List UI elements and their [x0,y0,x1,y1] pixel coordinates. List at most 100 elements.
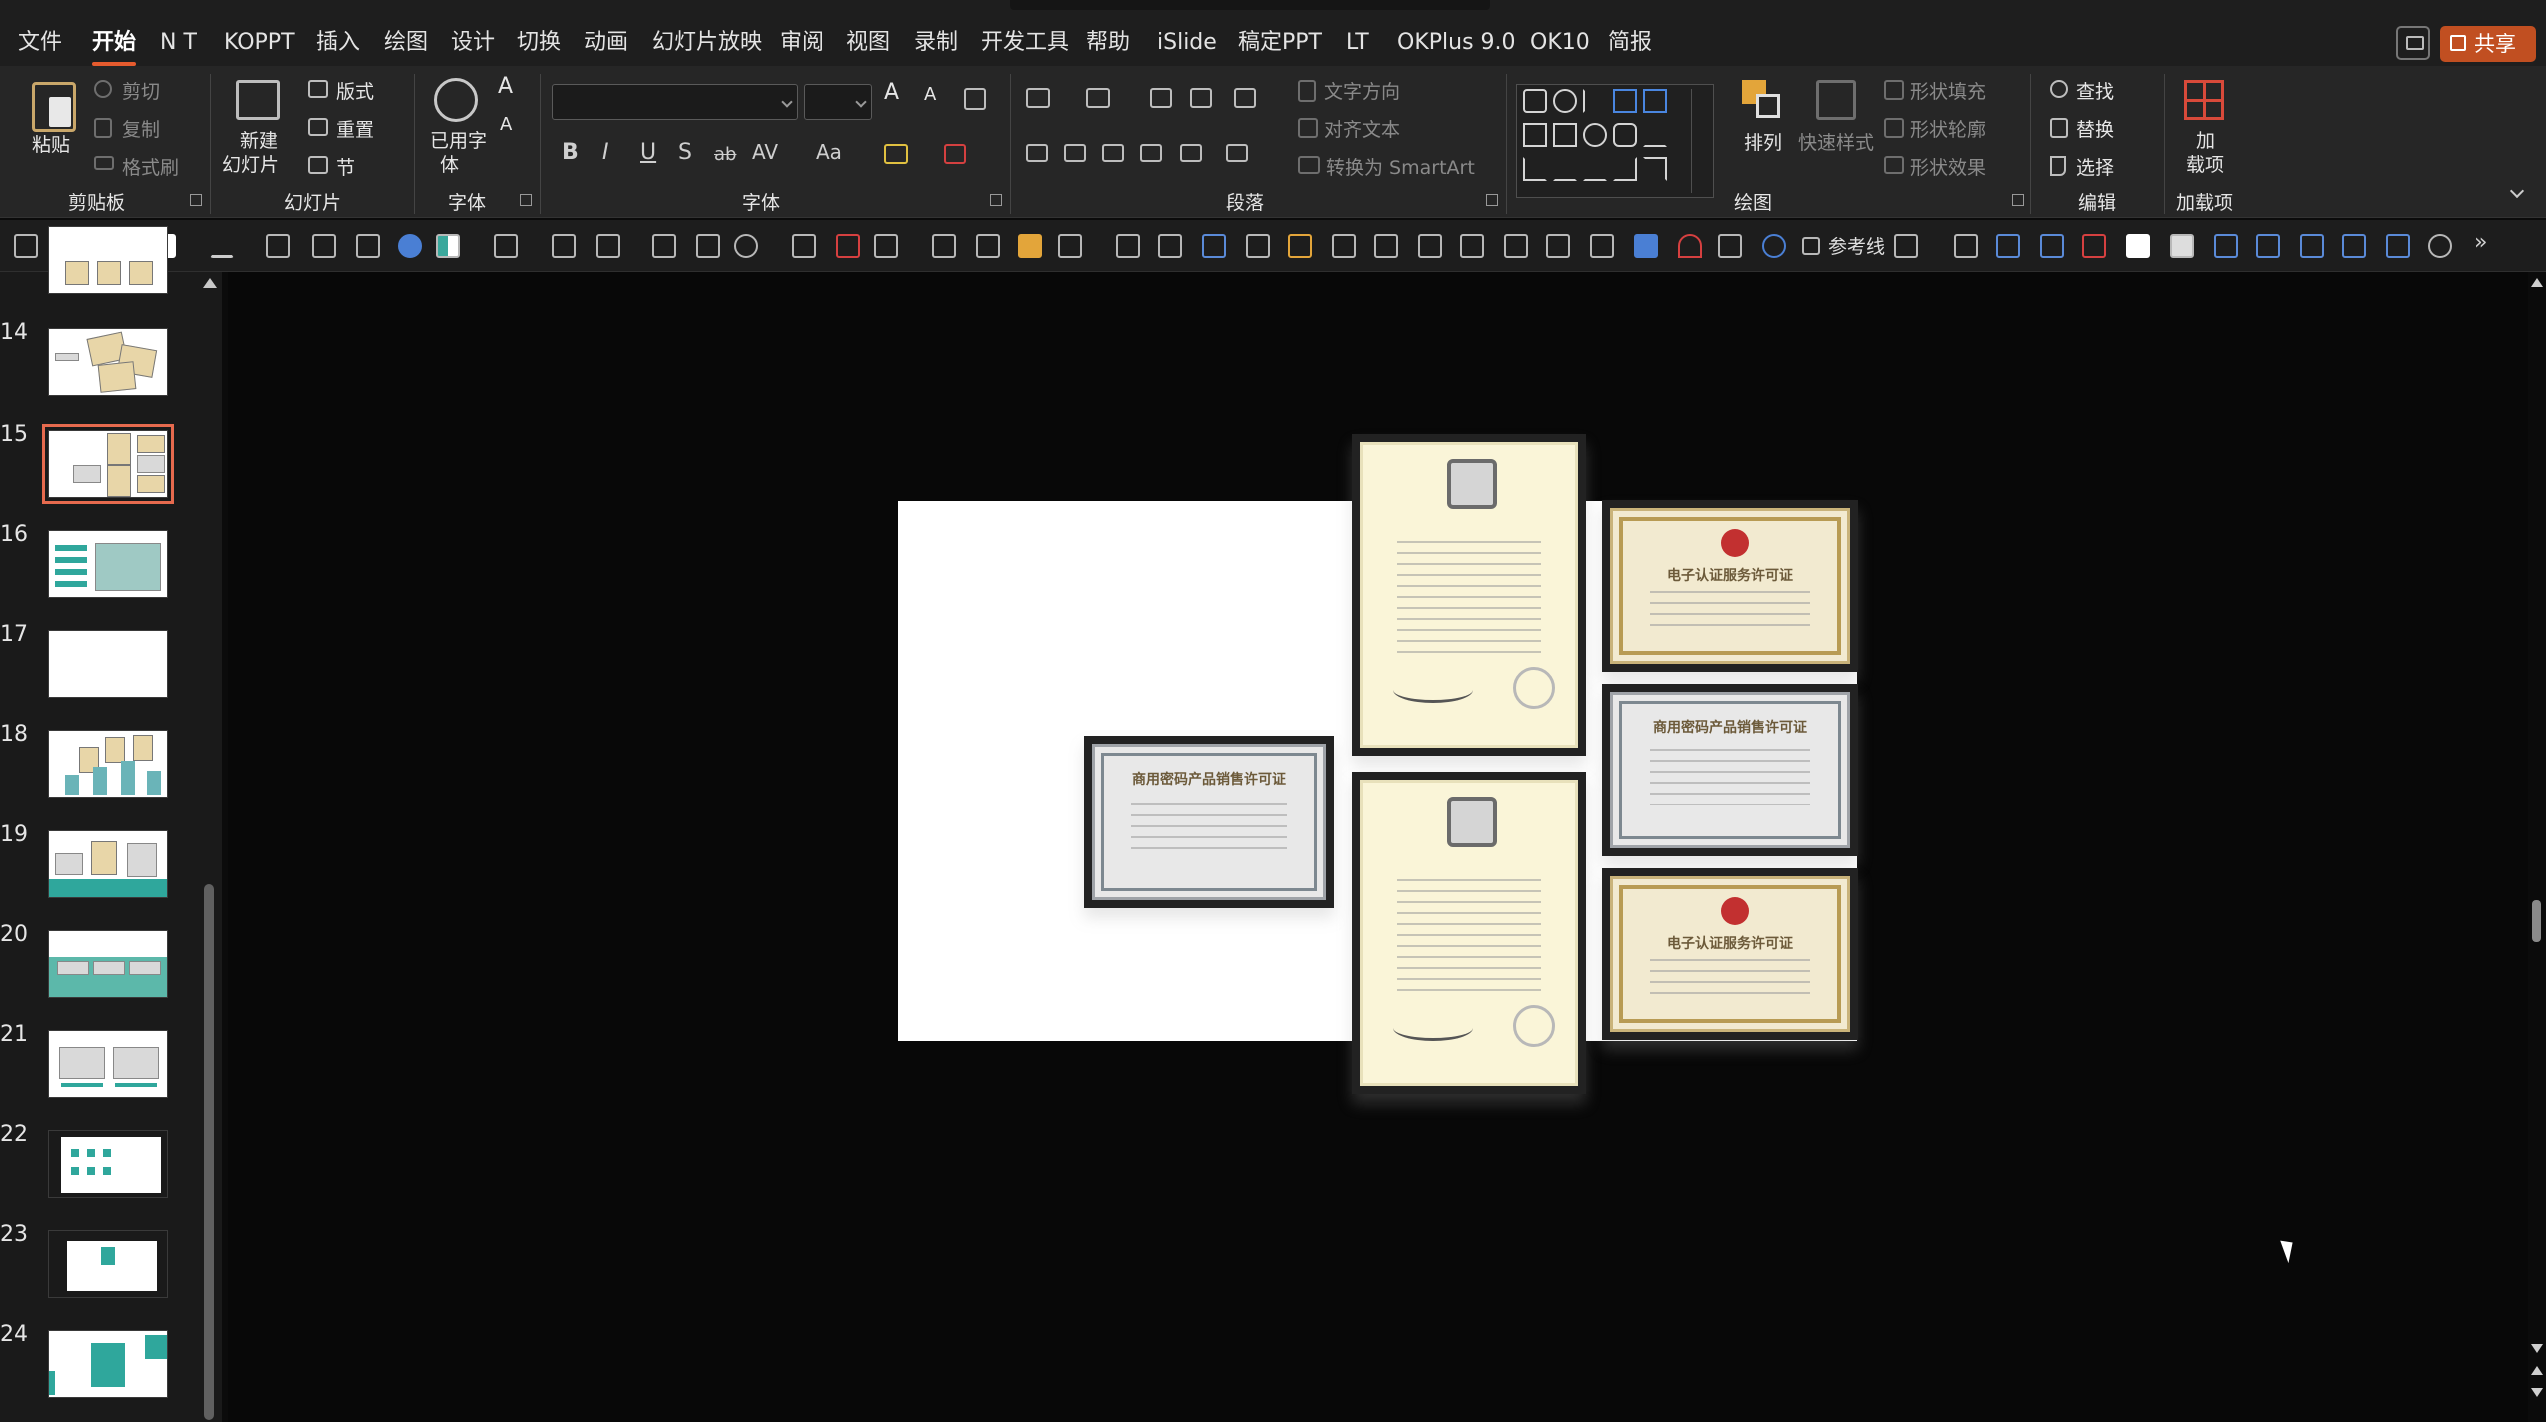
text-shadow-button[interactable]: S [678,140,692,165]
find-button[interactable]: 查找 [2076,77,2114,104]
picture-crop-icon[interactable] [356,234,380,258]
numbering-icon[interactable] [1086,88,1110,108]
slide-thumbnail[interactable] [48,226,168,294]
used-font-launcher-icon[interactable] [520,194,532,206]
outline-icon[interactable] [596,234,620,258]
font-size-field[interactable] [804,84,872,120]
section-button[interactable]: 节 [336,153,355,180]
eyedropper-icon[interactable] [266,234,290,258]
new-slide-label-2[interactable]: 幻灯片 [222,150,279,177]
char-spacing-button[interactable]: AV [752,140,778,164]
scroll-thumb[interactable] [2532,900,2541,942]
plus-red-icon[interactable] [2082,234,2106,258]
oval-fill-icon[interactable] [398,234,422,258]
ungroup-icon[interactable] [1158,234,1182,258]
certificate-image[interactable]: 商用密码产品销售许可证 [1602,684,1858,856]
underline-button[interactable]: U [640,140,656,165]
text-color-icon[interactable] [210,234,234,258]
slide-thumbnail-24[interactable] [48,1330,168,1398]
scroll-thumb[interactable] [204,884,214,1420]
menu-briefing[interactable]: 简报 [1608,28,1652,58]
scroll-up-icon[interactable] [2531,278,2543,287]
white-square-icon[interactable] [2126,234,2150,258]
slide-thumbnail-18[interactable] [48,730,168,798]
arrange-icon[interactable] [1742,80,1782,120]
align-middle-obj-icon[interactable] [1418,234,1442,258]
guides-checkbox[interactable] [1802,237,1820,255]
shape-vertical-textbox-icon[interactable] [1643,89,1667,113]
grow-font-button[interactable]: A [498,74,513,99]
paste-button[interactable]: 粘贴 [32,130,70,157]
shape-outline-button[interactable]: 形状轮廓 [1910,115,1986,142]
reset-button[interactable]: 重置 [336,115,374,142]
justify-icon[interactable] [1140,144,1162,162]
slide-thumbnail-19[interactable] [48,830,168,898]
text-direction-button[interactable]: 文字方向 [1324,77,1400,104]
certificate-image[interactable]: 电子认证服务许可证 [1602,868,1858,1040]
used-font-icon[interactable] [434,78,478,122]
paragraph-launcher-icon[interactable] [1486,194,1498,206]
gray-square-icon[interactable] [2170,234,2194,258]
more-commands-button[interactable]: » [2474,230,2487,255]
scroll-up-icon[interactable] [203,278,217,288]
eraser-icon[interactable] [1954,234,1978,258]
decrease-indent-icon[interactable] [1150,88,1172,108]
used-font-label-1[interactable]: 已用字 [430,126,487,153]
align-right-obj-icon[interactable] [1374,234,1398,258]
slide-thumbnail-23[interactable] [48,1230,168,1298]
menu-ok10[interactable]: OK10 [1530,28,1590,58]
used-font-label-2[interactable]: 体 [440,150,459,177]
slide-thumbnail-20[interactable] [48,930,168,998]
menu-view[interactable]: 视图 [846,28,890,58]
blue-square-icon[interactable] [1634,234,1658,258]
align-top-obj-icon[interactable] [1504,234,1528,258]
menu-developer[interactable]: 开发工具 [981,28,1069,58]
shapes-gallery[interactable] [1516,84,1714,198]
menu-home[interactable]: 开始 [92,28,137,66]
strikethrough-button[interactable]: ab [714,144,736,165]
shape-pie-icon[interactable] [1553,89,1577,113]
font-color-icon[interactable] [944,144,966,164]
quick-styles-icon[interactable] [1816,80,1856,120]
distribute-icon[interactable] [1180,144,1202,162]
menu-lt[interactable]: LT [1346,28,1369,58]
shape-merge-icon[interactable] [734,234,758,258]
menu-islide[interactable]: iSlide [1157,28,1217,58]
clipboard-launcher-icon[interactable] [190,194,202,206]
shapes-combine-icon[interactable] [2428,234,2452,258]
slide-thumbnail-15[interactable] [42,424,174,504]
addins-label-1[interactable]: 加 [2196,126,2215,153]
pause-icon[interactable] [1718,234,1742,258]
fill-color-icon[interactable] [436,234,460,258]
shape-rounded-icon[interactable] [1613,123,1637,147]
format-painter-button[interactable]: 格式刷 [122,153,179,180]
menu-gaoding[interactable]: 稿定PPT [1238,28,1322,58]
menu-design[interactable]: 设计 [451,28,495,58]
edit-points-icon[interactable] [932,234,956,258]
shape-fill-button[interactable]: 形状填充 [1910,77,1986,104]
shape-rect-icon[interactable] [1553,123,1577,147]
slide-thumbnail-14[interactable] [48,328,168,396]
align-right-icon[interactable] [1102,144,1124,162]
image-icon[interactable] [1996,234,2020,258]
shape-connector-icon[interactable] [1613,157,1637,181]
translate-icon[interactable] [2214,234,2238,258]
decrease-font-button[interactable]: A [924,84,936,105]
scroll-down-icon[interactable] [2531,1344,2543,1353]
font-name-field[interactable] [552,84,798,120]
copy-button[interactable]: 复制 [122,115,160,142]
shape-line-icon[interactable] [1523,123,1547,147]
slide-thumbnail-17[interactable] [48,630,168,698]
arrange-button[interactable]: 排列 [1744,128,1782,155]
shape-brace-icon[interactable] [1583,89,1607,113]
certificate-image[interactable]: 商用密码产品销售许可证 [1084,736,1334,908]
menu-animations[interactable]: 动画 [584,28,628,58]
quick-styles-button[interactable]: 快速样式 [1798,128,1874,155]
increase-indent-icon[interactable] [1190,88,1212,108]
paste-icon[interactable] [32,82,76,132]
menu-slideshow[interactable]: 幻灯片放映 [652,28,762,58]
fill-orange-icon[interactable] [1018,234,1042,258]
next-slide-icon[interactable] [2531,1388,2543,1397]
shape-triangle-icon[interactable] [1643,123,1667,147]
menu-transitions[interactable]: 切换 [517,28,561,58]
